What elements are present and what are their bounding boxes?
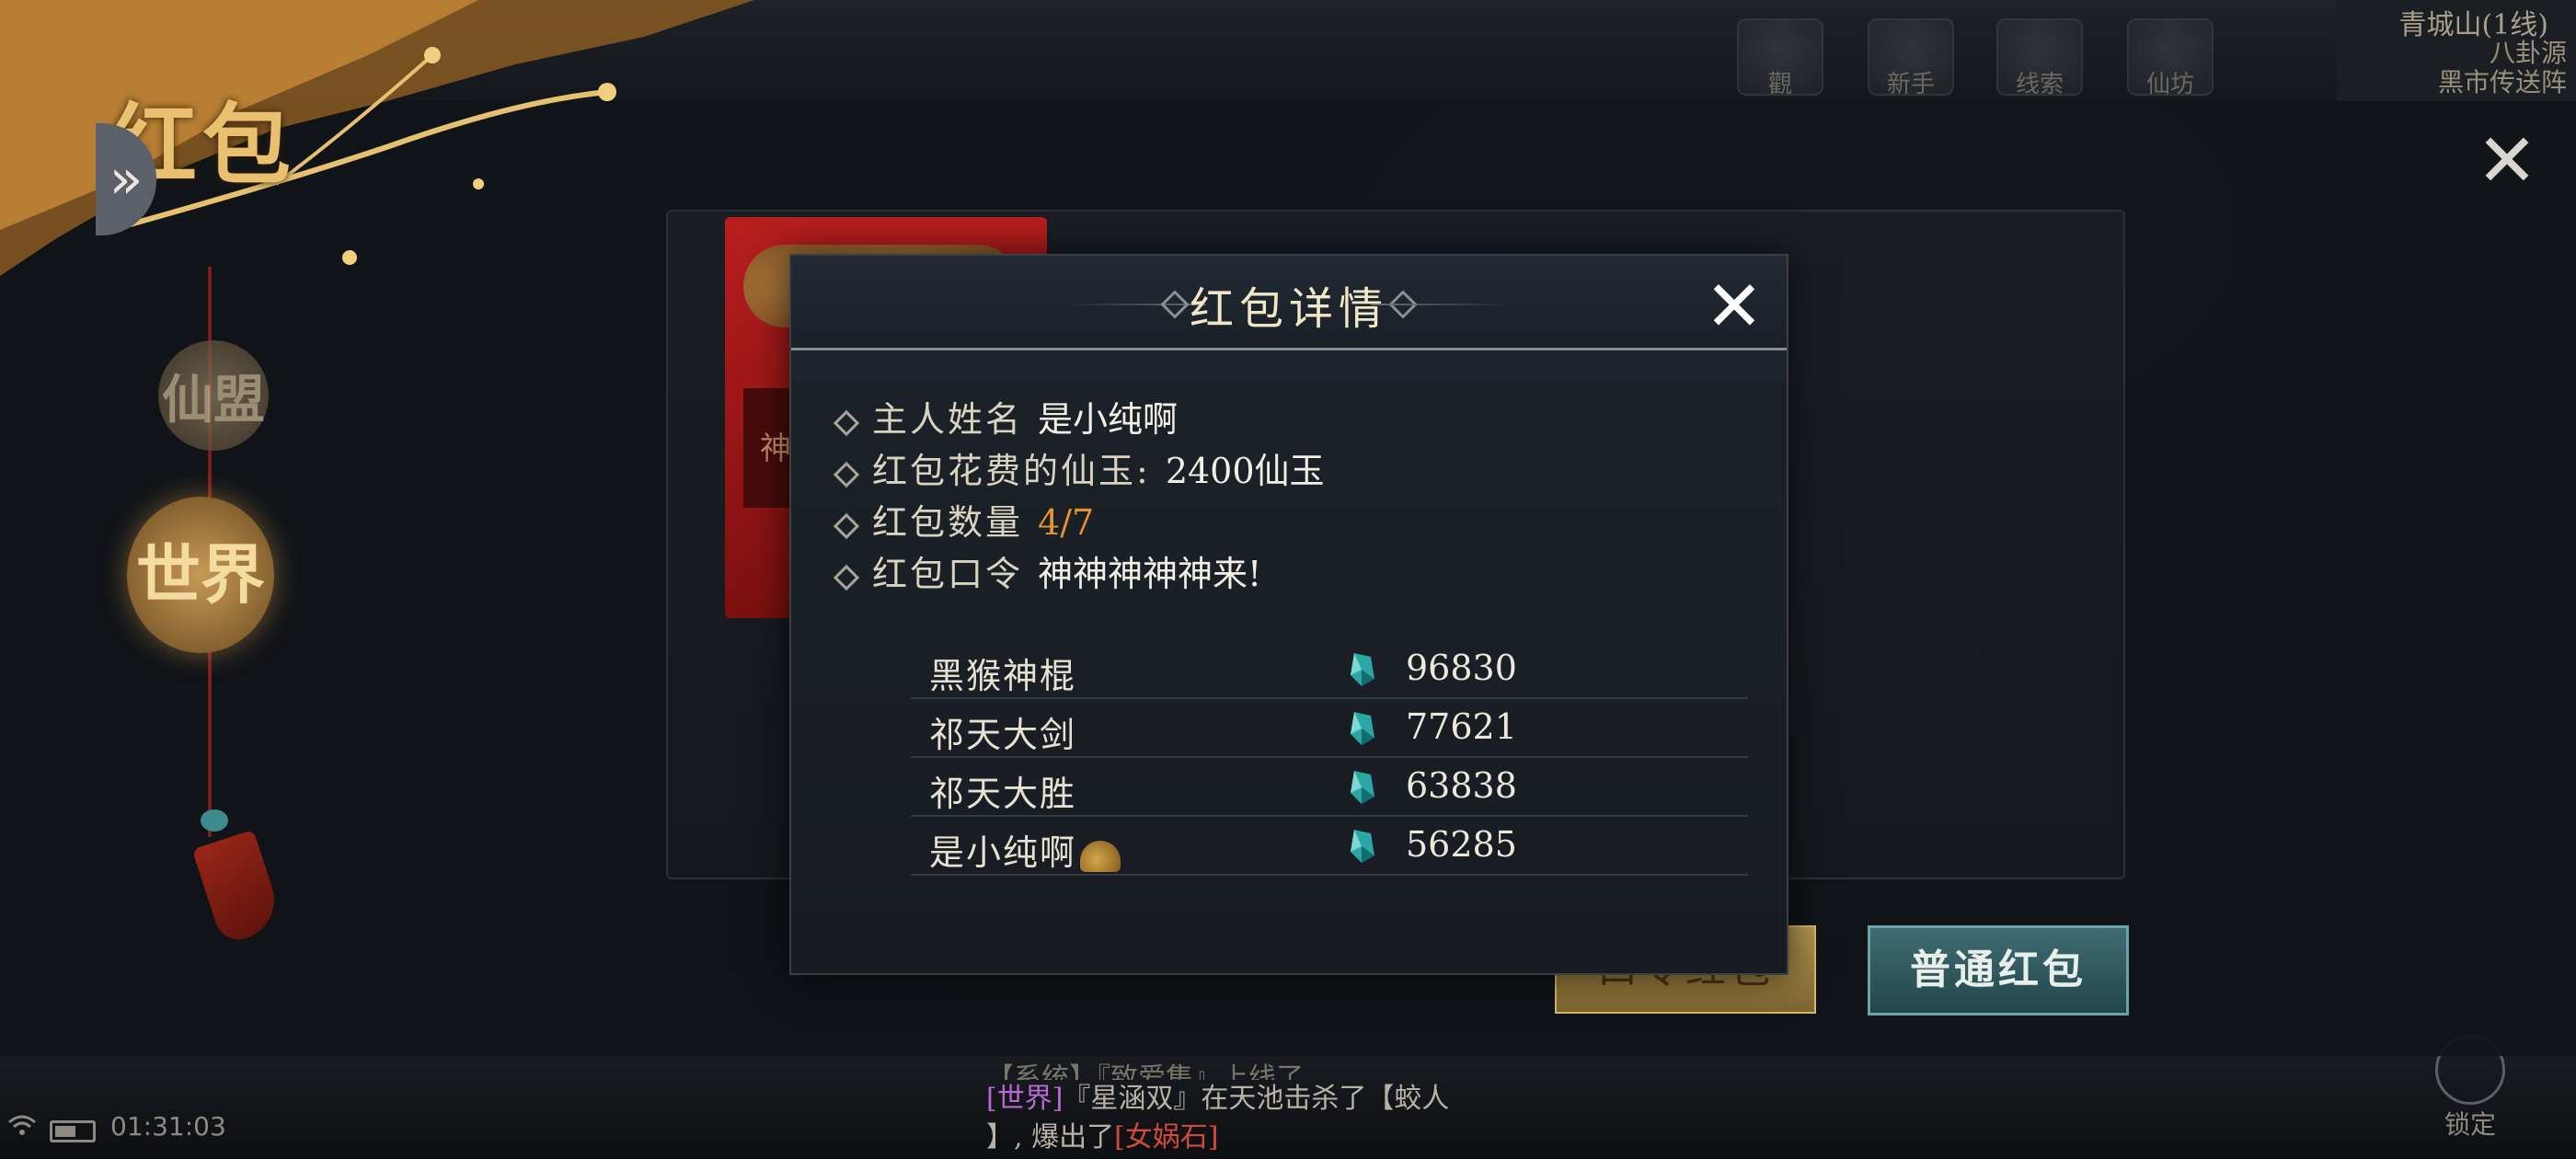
close-panel-button[interactable]: ✕	[2471, 124, 2543, 198]
info-owner: 主人姓名 是小纯啊	[833, 394, 1325, 445]
jade-bead	[201, 809, 228, 832]
top-icon-1[interactable]: 觀	[1737, 18, 1823, 98]
jade-gem-icon	[1351, 830, 1374, 863]
map-line3: 黑市传送阵	[2437, 67, 2567, 98]
title-ornament-line-right	[1371, 304, 1509, 305]
jade-gem-icon	[1351, 771, 1374, 804]
chat-line-2: [世界]『星涵双』在天池击杀了【蛟人	[986, 1083, 1450, 1115]
chat-line-1: 【系统】『致爱集』上线了	[986, 1062, 1304, 1080]
list-item: 黑猴神棍 96830	[911, 640, 1748, 699]
modal-subband	[791, 351, 1787, 381]
receiver-list: 黑猴神棍 96830 祁天大剑 77621 祁天大胜 63838 是小纯啊 56…	[911, 640, 1748, 876]
modal-header: 红包详情 ✕	[791, 256, 1787, 350]
channel-tab-alliance[interactable]: 仙盟	[158, 340, 269, 451]
info-count: 红包数量 4/7	[833, 497, 1325, 548]
minimap-info[interactable]: 青城山(1线) 八卦源 黑市传送阵	[2337, 0, 2576, 101]
list-item: 祁天大剑 77621	[911, 699, 1748, 758]
modal-title: 红包详情	[1189, 283, 1388, 335]
chat-line-3: 】, 爆出了[女娲石]	[986, 1121, 1219, 1153]
top-icon-3[interactable]: 线索	[1996, 18, 2083, 98]
info-cost: 红包花费的仙玉: 2400仙玉	[833, 445, 1325, 497]
top-icon-2[interactable]: 新手	[1868, 18, 1954, 98]
envelope-info: 主人姓名 是小纯啊 红包花费的仙玉: 2400仙玉 红包数量 4/7 红包口令 神神神神…	[833, 394, 1325, 600]
clock: 01:31:03	[110, 1111, 226, 1142]
diamond-bullet-icon	[833, 512, 860, 539]
jade-gem-icon	[1351, 653, 1374, 686]
jade-gem-icon	[1351, 712, 1374, 745]
envelope-detail-modal: 红包详情 ✕ 主人姓名 是小纯啊 红包花费的仙玉: 2400仙玉 红包数量 4/7 红…	[789, 254, 1788, 975]
normal-envelope-button[interactable]: 普通红包	[1868, 925, 2129, 1016]
info-password: 红包口令 神神神神神来!	[833, 548, 1325, 600]
diamond-bullet-icon	[833, 409, 860, 436]
channel-tab-world[interactable]: 世界	[127, 497, 274, 653]
diamond-bullet-icon	[833, 461, 860, 488]
top-icon-4[interactable]: 仙坊	[2127, 18, 2214, 98]
list-item: 祁天大胜 63838	[911, 758, 1748, 817]
helmet-icon	[1080, 840, 1121, 872]
close-modal-button[interactable]: ✕	[1702, 271, 1766, 341]
list-item: 是小纯啊 56285	[911, 817, 1748, 876]
chat-feed[interactable]: 【系统】『致爱集』上线了 [世界]『星涵双』在天池击杀了【蛟人 】, 爆出了[女…	[986, 1060, 1575, 1157]
diamond-bullet-icon	[833, 564, 860, 591]
